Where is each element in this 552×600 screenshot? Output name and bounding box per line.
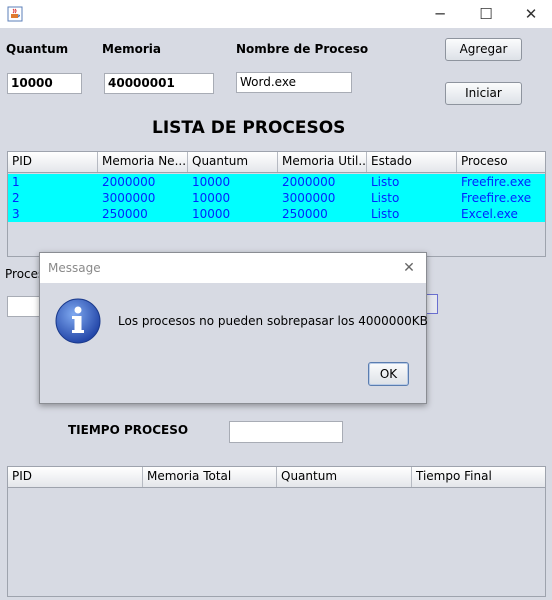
column-header[interactable]: Estado [367, 152, 457, 172]
lista-procesos-title: LISTA DE PROCESOS [152, 118, 346, 138]
tiempo-proceso-label: TIEMPO PROCESO [68, 423, 189, 437]
column-header[interactable]: Quantum [277, 467, 412, 487]
table-row[interactable]: 3 250000 10000 250000 Listo Excel.exe [8, 206, 545, 222]
java-cup-icon [7, 6, 23, 22]
minimize-button[interactable]: ─ [427, 4, 453, 24]
ok-button[interactable]: OK [368, 362, 409, 386]
memoria-label: Memoria [102, 42, 161, 56]
column-header[interactable]: Proceso [457, 152, 545, 172]
column-header[interactable]: Memoria Total [143, 467, 277, 487]
dialog-title: Message [48, 261, 101, 275]
column-header[interactable]: Memoria Ne... [98, 152, 188, 172]
table-cell: 10000 [192, 207, 231, 221]
nombre-proceso-input[interactable]: Word.exe [236, 72, 352, 93]
memoria-input[interactable]: 40000001 [104, 73, 214, 94]
info-icon [55, 298, 101, 344]
table-cell: Excel.exe [461, 207, 518, 221]
message-dialog[interactable]: Message ✕ Los procesos no pueden sobrepa… [39, 252, 428, 404]
process-table-body: 1 2000000 10000 2000000 Listo Freefire.e… [8, 174, 545, 222]
column-header[interactable]: Tiempo Final [412, 467, 545, 487]
table-cell: 10000 [192, 175, 231, 189]
final-table[interactable]: PID Memoria Total Quantum Tiempo Final [7, 466, 546, 597]
table-cell: 2000000 [282, 175, 336, 189]
quantum-input[interactable]: 10000 [7, 73, 82, 94]
final-table-header: PID Memoria Total Quantum Tiempo Final [8, 467, 545, 488]
table-cell: Freefire.exe [461, 175, 532, 189]
close-button[interactable]: ✕ [518, 4, 544, 24]
table-cell: Freefire.exe [461, 191, 532, 205]
process-table-header: PID Memoria Ne... Quantum Memoria Util..… [8, 152, 545, 173]
dialog-close-button[interactable]: ✕ [398, 258, 420, 278]
dialog-message: Los procesos no pueden sobrepasar los 40… [118, 314, 428, 328]
iniciar-button[interactable]: Iniciar [445, 82, 522, 105]
table-cell: Listo [371, 191, 400, 205]
nombre-proceso-label: Nombre de Proceso [236, 42, 369, 56]
table-cell: 250000 [282, 207, 328, 221]
maximize-button[interactable]: ☐ [473, 4, 499, 24]
agregar-button[interactable]: Agregar [445, 38, 522, 61]
window-titlebar: ─ ☐ ✕ [0, 0, 552, 28]
table-cell: 3 [12, 207, 20, 221]
process-table[interactable]: PID Memoria Ne... Quantum Memoria Util..… [7, 151, 546, 257]
table-cell: 2 [12, 191, 20, 205]
table-row[interactable]: 2 3000000 10000 3000000 Listo Freefire.e… [8, 190, 545, 206]
table-cell: Listo [371, 207, 400, 221]
column-header[interactable]: PID [8, 152, 98, 172]
table-cell: 250000 [102, 207, 148, 221]
dialog-body: Los procesos no pueden sobrepasar los 40… [40, 283, 428, 403]
dialog-titlebar: Message ✕ [40, 253, 426, 283]
table-cell: 10000 [192, 191, 231, 205]
table-cell: 1 [12, 175, 20, 189]
quantum-label: Quantum [6, 42, 69, 56]
column-header[interactable]: PID [8, 467, 143, 487]
column-header[interactable]: Memoria Util... [278, 152, 367, 172]
table-cell: Listo [371, 175, 400, 189]
table-cell: 3000000 [282, 191, 336, 205]
table-cell: 2000000 [102, 175, 156, 189]
table-cell: 3000000 [102, 191, 156, 205]
tiempo-proceso-input[interactable] [229, 421, 343, 443]
table-row[interactable]: 1 2000000 10000 2000000 Listo Freefire.e… [8, 174, 545, 190]
column-header[interactable]: Quantum [188, 152, 278, 172]
